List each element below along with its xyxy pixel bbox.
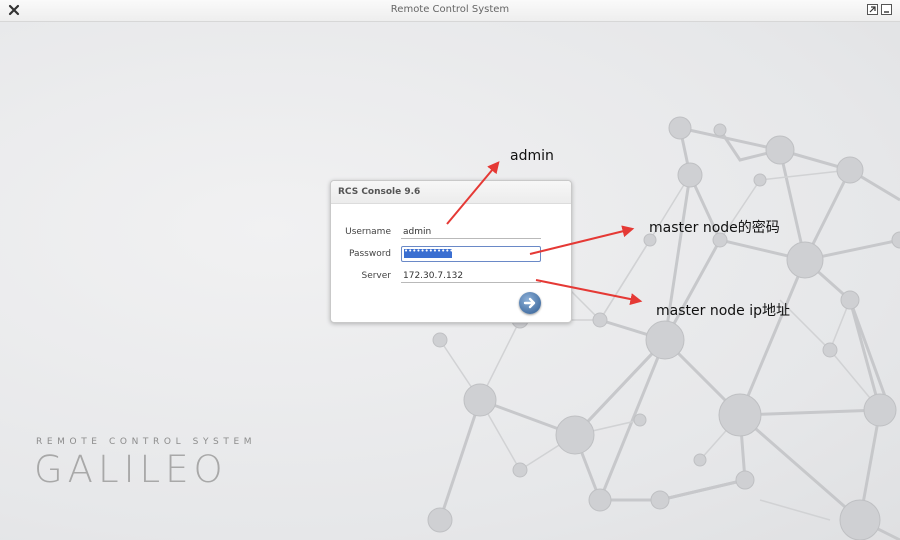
restore-icon[interactable] xyxy=(867,4,878,15)
password-input[interactable]: •••••••••••• xyxy=(401,246,541,262)
username-input[interactable] xyxy=(401,225,541,239)
title-bar: Remote Control System xyxy=(0,0,900,22)
login-header: RCS Console 9.6 xyxy=(331,181,571,204)
brand-subtitle: REMOTE CONTROL SYSTEM xyxy=(36,437,257,447)
window-title: Remote Control System xyxy=(390,4,510,15)
password-label: Password xyxy=(348,249,391,259)
annotation-username: admin xyxy=(510,148,554,164)
login-submit-button[interactable] xyxy=(519,292,541,314)
arrow-right-icon xyxy=(523,297,536,309)
annotation-server: master node ip地址 xyxy=(656,303,790,319)
login-dialog: RCS Console 9.6 Username Password ••••••… xyxy=(330,180,572,323)
password-mask: •••••••••••• xyxy=(404,247,454,255)
server-label: Server xyxy=(361,271,391,281)
server-input[interactable] xyxy=(401,269,541,283)
username-label: Username xyxy=(345,227,391,237)
annotation-password: master node的密码 xyxy=(649,220,780,236)
minimize-icon[interactable] xyxy=(881,4,892,15)
login-title: RCS Console 9.6 xyxy=(338,187,421,197)
brand-logo-text: GALILEO xyxy=(34,448,228,491)
